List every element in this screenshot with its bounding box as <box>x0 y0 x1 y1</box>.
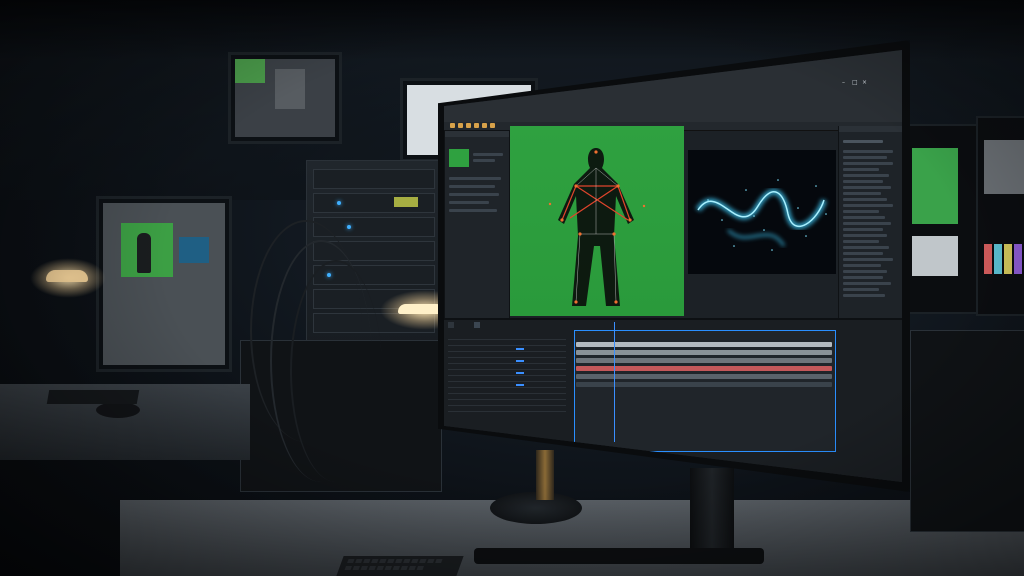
close-icon[interactable]: × <box>862 80 868 86</box>
project-thumbnail <box>449 149 469 167</box>
param-value[interactable] <box>516 360 524 362</box>
zoom-tool-icon[interactable] <box>466 123 471 128</box>
minimize-icon[interactable]: – <box>842 80 848 86</box>
maximize-icon[interactable]: □ <box>852 80 858 86</box>
lamp-shade-left <box>46 270 88 282</box>
monitor-stand <box>690 468 734 558</box>
param-value[interactable] <box>516 384 524 386</box>
project-panel <box>444 130 510 320</box>
mouse <box>96 402 140 418</box>
layer-row[interactable] <box>448 406 566 412</box>
right-monitor-2 <box>976 116 1024 316</box>
param-value[interactable] <box>516 372 524 374</box>
param-value[interactable] <box>516 348 524 350</box>
particle-effect <box>695 179 827 251</box>
stand-post <box>536 450 554 500</box>
lamp-shade-center <box>398 304 444 314</box>
timeline-playhead[interactable] <box>614 322 615 442</box>
project-panel-header <box>445 131 509 137</box>
left-monitor <box>96 196 232 372</box>
main-monitor-screen: – □ × <box>444 50 902 482</box>
keyboard <box>336 556 464 576</box>
composition-viewer[interactable] <box>510 126 684 316</box>
text-tool-icon[interactable] <box>490 123 495 128</box>
pen-tool-icon[interactable] <box>482 123 487 128</box>
studio-scene: – □ × <box>0 0 1024 576</box>
timeline-tab-1[interactable] <box>448 322 454 328</box>
effects-preview-viewer[interactable] <box>688 150 836 274</box>
effects-panel-header <box>839 126 902 132</box>
hand-tool-icon[interactable] <box>458 123 463 128</box>
timeline-tab-2[interactable] <box>474 322 480 328</box>
rotate-tool-icon[interactable] <box>474 123 479 128</box>
monitor-stand-base <box>474 548 764 564</box>
pose-tracking-overlay <box>548 148 646 306</box>
cable-bundle <box>290 260 382 482</box>
background-monitor-top-left <box>228 52 342 144</box>
right-case <box>910 330 1024 532</box>
desk-keyboard-left <box>46 390 140 404</box>
select-tool-icon[interactable] <box>450 123 455 128</box>
right-monitor-1 <box>906 124 978 314</box>
